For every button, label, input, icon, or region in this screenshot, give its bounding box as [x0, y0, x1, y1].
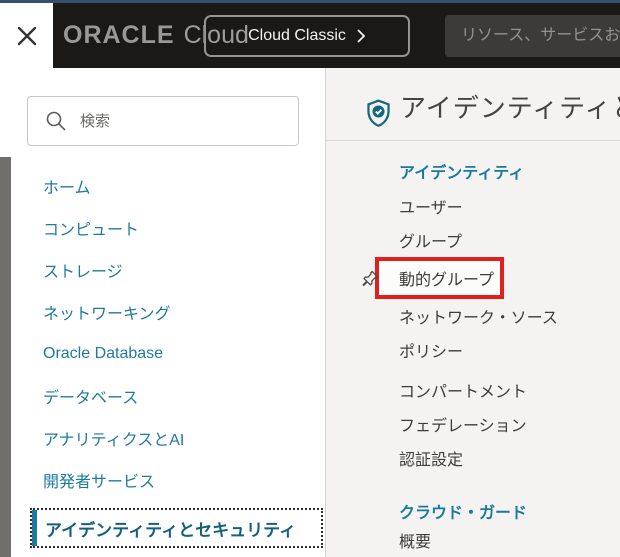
content-area: ホーム コンピュート ストレージ ネットワーキング Oracle Databas…	[0, 68, 620, 557]
search-icon	[44, 109, 68, 133]
submenu-item-overview[interactable]: 概要	[326, 523, 620, 557]
submenu-item-label: 動的グループ	[399, 266, 494, 290]
submenu-item-dynamic-groups[interactable]: 動的グループ	[326, 257, 620, 299]
global-search-input[interactable]	[445, 15, 620, 57]
identity-security-submenu-panel: アイデンティティとセキュリティ アイデンティティ ユーザー グループ 動的グルー…	[326, 68, 620, 557]
sidebar-item-storage[interactable]: ストレージ	[0, 249, 325, 291]
page-title: アイデンティティとセキュリティ	[400, 88, 620, 125]
sidebar-item-oracle-database[interactable]: Oracle Database	[0, 333, 325, 375]
menu-search-box	[27, 96, 299, 146]
cloud-classic-button[interactable]: Cloud Classic	[204, 15, 410, 57]
section-header-identity: アイデンティティ	[326, 159, 620, 183]
sidebar-item-developer-services[interactable]: 開発者サービス	[0, 459, 325, 501]
oracle-cloud-console: ORACLE Cloud Cloud Classic ホーム コンピュート スト…	[0, 0, 620, 557]
sidebar-item-label: アイデンティティとセキュリティ	[32, 516, 296, 541]
submenu-item-policies[interactable]: ポリシー	[326, 333, 620, 367]
cloud-classic-label: Cloud Classic	[248, 27, 346, 45]
chevron-right-icon	[356, 28, 366, 44]
oracle-logo-text: ORACLE	[63, 21, 175, 50]
submenu-item-network-sources[interactable]: ネットワーク・ソース	[326, 299, 620, 333]
submenu-item-federation[interactable]: フェデレーション	[326, 407, 620, 441]
submenu-item-users[interactable]: ユーザー	[326, 189, 620, 223]
submenu-header: アイデンティティとセキュリティ	[326, 68, 620, 141]
annotation-highlight-box: 動的グループ	[375, 257, 504, 299]
selected-accent-bar	[32, 510, 37, 546]
section-header-cloud-guard: クラウド・ガード	[326, 499, 620, 523]
submenu-item-authentication-settings[interactable]: 認証設定	[326, 441, 620, 475]
submenu-list: アイデンティティ ユーザー グループ 動的グループ ネットワーク・ソース ポリシ…	[326, 159, 620, 557]
close-icon	[15, 24, 39, 48]
close-menu-button[interactable]	[0, 3, 53, 68]
submenu-item-groups[interactable]: グループ	[326, 223, 620, 257]
main-menu-sidebar: ホーム コンピュート ストレージ ネットワーキング Oracle Databas…	[0, 68, 326, 557]
sidebar-item-networking[interactable]: ネットワーキング	[0, 291, 325, 333]
sidebar-item-home[interactable]: ホーム	[0, 165, 325, 207]
sidebar-item-analytics-ai[interactable]: アナリティクスとAI	[0, 417, 325, 459]
top-navigation-bar: ORACLE Cloud Cloud Classic	[0, 3, 620, 68]
menu-search-input[interactable]	[80, 113, 298, 130]
sidebar-item-database[interactable]: データベース	[0, 375, 325, 417]
sidebar-nav-list: ホーム コンピュート ストレージ ネットワーキング Oracle Databas…	[0, 165, 325, 548]
pin-icon[interactable]	[362, 270, 379, 287]
sidebar-item-identity-security[interactable]: アイデンティティとセキュリティ	[30, 508, 323, 548]
submenu-item-compartments[interactable]: コンパートメント	[326, 373, 620, 407]
shield-check-icon	[365, 99, 392, 133]
sidebar-item-compute[interactable]: コンピュート	[0, 207, 325, 249]
